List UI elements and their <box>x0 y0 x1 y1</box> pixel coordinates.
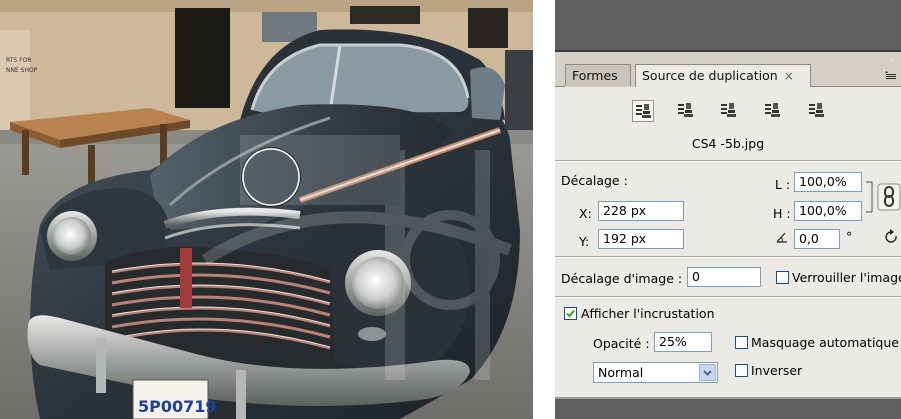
tab-baseline <box>811 86 901 87</box>
width-scale-label: L : <box>775 177 791 192</box>
height-scale-label: H : <box>773 206 791 221</box>
clone-stamp-icon <box>809 103 824 117</box>
frame-offset-label: Décalage d'image : <box>561 271 683 286</box>
auto-hide-checkbox[interactable] <box>735 336 748 349</box>
sign-text-2: NNE SHOP <box>6 67 38 74</box>
blend-mode-select[interactable]: Normal <box>593 362 718 383</box>
offset-label: Décalage : <box>561 173 628 188</box>
section-divider-highlight <box>555 257 901 258</box>
lock-frame-label: Verrouiller l'image <box>792 270 901 285</box>
clone-stamp-icon <box>678 103 693 117</box>
clone-source-button-2[interactable] <box>675 100 697 122</box>
clone-source-button-1[interactable] <box>632 100 654 122</box>
section-divider-highlight <box>555 161 901 162</box>
blend-mode-value: Normal <box>598 365 644 380</box>
clone-source-button-4[interactable] <box>762 100 784 122</box>
opacity-field[interactable]: 25% <box>654 332 712 352</box>
panel-menu-icon[interactable] <box>885 56 897 82</box>
tab-formes-label: Formes <box>572 68 618 83</box>
reset-transform-icon[interactable] <box>883 229 901 247</box>
chevron-down-icon[interactable] <box>699 364 716 381</box>
clone-stamp-brush-cursor <box>242 148 300 206</box>
height-scale-field[interactable]: 100,0% <box>794 201 862 221</box>
tab-clone-source-label: Source de duplication <box>642 68 778 83</box>
offset-y-label: Y: <box>579 234 590 249</box>
clone-stamp-icon <box>765 103 780 117</box>
tab-close-icon[interactable]: × <box>784 69 794 83</box>
tab-formes[interactable]: Formes <box>565 64 631 86</box>
offset-x-field[interactable]: 228 px <box>598 201 684 221</box>
link-scale-icon[interactable] <box>864 172 901 222</box>
source-filename: CS4 -5b.jpg <box>691 136 765 151</box>
auto-hide-label: Masquage automatique <box>751 335 899 350</box>
clone-source-button-5[interactable] <box>806 100 828 122</box>
sign-text-1: RTS FOR <box>6 57 31 64</box>
clone-source-panel: Formes Source de duplication × CS4 -5b.j… <box>555 0 901 419</box>
invert-label: Inverser <box>751 363 803 378</box>
canvas-gutter <box>533 0 555 419</box>
offset-x-label: X: <box>579 206 592 221</box>
clone-stamp-icon <box>636 104 651 118</box>
checkmark-icon <box>566 309 575 318</box>
invert-checkbox[interactable] <box>735 364 748 377</box>
show-overlay-checkbox[interactable] <box>564 307 577 320</box>
frame-offset-field[interactable]: 0 <box>687 267 761 287</box>
tab-baseline-left <box>555 86 565 87</box>
clone-stamp-icon <box>721 103 736 117</box>
clone-source-button-3[interactable] <box>718 100 740 122</box>
offset-y-field[interactable]: 192 px <box>598 229 684 249</box>
opacity-label: Opacité : <box>593 336 650 351</box>
tab-clone-source[interactable]: Source de duplication × <box>635 64 811 87</box>
degree-symbol: ° <box>846 229 853 244</box>
show-overlay-label: Afficher l'incrustation <box>581 306 715 321</box>
license-plate-text: 5P00719 <box>138 397 217 416</box>
section-divider-highlight <box>555 297 901 298</box>
panel-header-divider <box>555 50 901 52</box>
width-scale-field[interactable]: 100,0% <box>794 172 862 192</box>
car-photo: RTS FOR NNE SHOP 5P00719 <box>0 0 533 419</box>
rotation-angle-field[interactable]: 0,0 <box>794 229 840 249</box>
angle-icon <box>776 232 787 243</box>
panel-header-bar <box>555 0 901 50</box>
panel-footer-bar <box>555 399 901 419</box>
lock-frame-checkbox[interactable] <box>776 271 789 284</box>
document-canvas[interactable]: RTS FOR NNE SHOP 5P00719 <box>0 0 533 419</box>
